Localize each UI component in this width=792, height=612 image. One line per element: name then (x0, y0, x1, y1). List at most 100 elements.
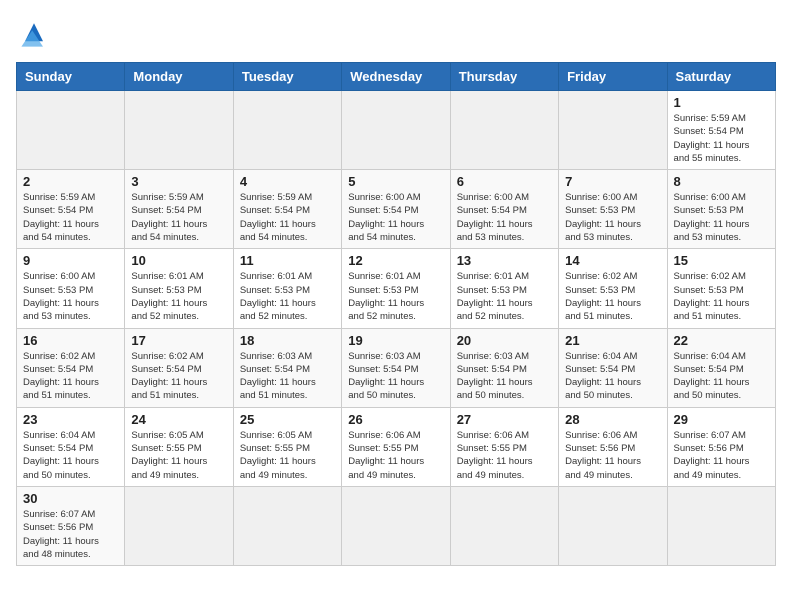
day-number: 18 (240, 333, 335, 348)
day-info: Sunrise: 6:04 AM Sunset: 5:54 PM Dayligh… (565, 350, 660, 403)
day-info: Sunrise: 6:00 AM Sunset: 5:54 PM Dayligh… (348, 191, 443, 244)
day-number: 20 (457, 333, 552, 348)
day-info: Sunrise: 6:05 AM Sunset: 5:55 PM Dayligh… (131, 429, 226, 482)
day-info: Sunrise: 6:02 AM Sunset: 5:54 PM Dayligh… (23, 350, 118, 403)
page-header (16, 16, 776, 52)
day-number: 24 (131, 412, 226, 427)
day-number: 16 (23, 333, 118, 348)
calendar-cell (450, 486, 558, 565)
day-info: Sunrise: 6:04 AM Sunset: 5:54 PM Dayligh… (23, 429, 118, 482)
calendar-cell (342, 91, 450, 170)
day-number: 25 (240, 412, 335, 427)
calendar-cell: 9Sunrise: 6:00 AM Sunset: 5:53 PM Daylig… (17, 249, 125, 328)
day-info: Sunrise: 6:00 AM Sunset: 5:53 PM Dayligh… (674, 191, 769, 244)
calendar-week-row: 2 Sunrise: 5:59 AM Sunset: 5:54 PM Daylig… (17, 170, 776, 249)
day-info: Sunrise: 6:03 AM Sunset: 5:54 PM Dayligh… (457, 350, 552, 403)
day-number: 17 (131, 333, 226, 348)
calendar-cell: 23 Sunrise: 6:04 AM Sunset: 5:54 PM Dayli… (17, 407, 125, 486)
calendar-cell: 15 Sunrise: 6:02 AM Sunset: 5:53 PM Dayli… (667, 249, 775, 328)
calendar-body: 1Sunrise: 5:59 AM Sunset: 5:54 PM Daylig… (17, 91, 776, 566)
day-number: 28 (565, 412, 660, 427)
calendar-cell: 14 Sunrise: 6:02 AM Sunset: 5:53 PM Dayli… (559, 249, 667, 328)
day-number: 19 (348, 333, 443, 348)
day-info: Sunrise: 6:00 AM Sunset: 5:53 PM Dayligh… (565, 191, 660, 244)
calendar-cell: 30Sunrise: 6:07 AM Sunset: 5:56 PM Dayli… (17, 486, 125, 565)
day-number: 2 (23, 174, 118, 189)
day-info: Sunrise: 6:01 AM Sunset: 5:53 PM Dayligh… (457, 270, 552, 323)
day-number: 12 (348, 253, 443, 268)
weekday-header-thursday: Thursday (450, 63, 558, 91)
day-info: Sunrise: 6:06 AM Sunset: 5:56 PM Dayligh… (565, 429, 660, 482)
day-info: Sunrise: 5:59 AM Sunset: 5:54 PM Dayligh… (240, 191, 335, 244)
day-info: Sunrise: 5:59 AM Sunset: 5:54 PM Dayligh… (131, 191, 226, 244)
calendar-cell: 28 Sunrise: 6:06 AM Sunset: 5:56 PM Dayli… (559, 407, 667, 486)
calendar-cell (667, 486, 775, 565)
day-number: 21 (565, 333, 660, 348)
day-info: Sunrise: 6:06 AM Sunset: 5:55 PM Dayligh… (457, 429, 552, 482)
day-number: 7 (565, 174, 660, 189)
calendar-week-row: 23 Sunrise: 6:04 AM Sunset: 5:54 PM Dayli… (17, 407, 776, 486)
calendar-cell: 21 Sunrise: 6:04 AM Sunset: 5:54 PM Dayli… (559, 328, 667, 407)
calendar-cell: 2 Sunrise: 5:59 AM Sunset: 5:54 PM Daylig… (17, 170, 125, 249)
day-info: Sunrise: 5:59 AM Sunset: 5:54 PM Dayligh… (674, 112, 769, 165)
calendar-cell (17, 91, 125, 170)
day-number: 9 (23, 253, 118, 268)
calendar-cell: 22Sunrise: 6:04 AM Sunset: 5:54 PM Dayli… (667, 328, 775, 407)
day-info: Sunrise: 6:07 AM Sunset: 5:56 PM Dayligh… (674, 429, 769, 482)
day-info: Sunrise: 5:59 AM Sunset: 5:54 PM Dayligh… (23, 191, 118, 244)
day-info: Sunrise: 6:01 AM Sunset: 5:53 PM Dayligh… (240, 270, 335, 323)
logo (16, 16, 58, 52)
day-number: 13 (457, 253, 552, 268)
calendar-cell (233, 486, 341, 565)
day-number: 11 (240, 253, 335, 268)
day-info: Sunrise: 6:02 AM Sunset: 5:53 PM Dayligh… (565, 270, 660, 323)
calendar-cell: 24 Sunrise: 6:05 AM Sunset: 5:55 PM Dayli… (125, 407, 233, 486)
day-number: 27 (457, 412, 552, 427)
calendar-cell (342, 486, 450, 565)
weekday-header-friday: Friday (559, 63, 667, 91)
day-number: 3 (131, 174, 226, 189)
day-number: 22 (674, 333, 769, 348)
calendar-cell: 26 Sunrise: 6:06 AM Sunset: 5:55 PM Dayli… (342, 407, 450, 486)
day-info: Sunrise: 6:03 AM Sunset: 5:54 PM Dayligh… (348, 350, 443, 403)
calendar-cell: 25 Sunrise: 6:05 AM Sunset: 5:55 PM Dayli… (233, 407, 341, 486)
day-info: Sunrise: 6:03 AM Sunset: 5:54 PM Dayligh… (240, 350, 335, 403)
day-info: Sunrise: 6:00 AM Sunset: 5:54 PM Dayligh… (457, 191, 552, 244)
day-info: Sunrise: 6:02 AM Sunset: 5:54 PM Dayligh… (131, 350, 226, 403)
day-number: 29 (674, 412, 769, 427)
day-number: 26 (348, 412, 443, 427)
calendar-cell (559, 486, 667, 565)
weekday-header-sunday: Sunday (17, 63, 125, 91)
day-number: 10 (131, 253, 226, 268)
logo-icon (16, 16, 52, 52)
weekday-header-wednesday: Wednesday (342, 63, 450, 91)
day-info: Sunrise: 6:02 AM Sunset: 5:53 PM Dayligh… (674, 270, 769, 323)
day-number: 14 (565, 253, 660, 268)
calendar-week-row: 30Sunrise: 6:07 AM Sunset: 5:56 PM Dayli… (17, 486, 776, 565)
day-number: 6 (457, 174, 552, 189)
calendar-week-row: 1Sunrise: 5:59 AM Sunset: 5:54 PM Daylig… (17, 91, 776, 170)
weekday-header-saturday: Saturday (667, 63, 775, 91)
calendar-cell: 27 Sunrise: 6:06 AM Sunset: 5:55 PM Dayli… (450, 407, 558, 486)
day-number: 15 (674, 253, 769, 268)
calendar-header-row: SundayMondayTuesdayWednesdayThursdayFrid… (17, 63, 776, 91)
day-info: Sunrise: 6:05 AM Sunset: 5:55 PM Dayligh… (240, 429, 335, 482)
calendar-cell: 11 Sunrise: 6:01 AM Sunset: 5:53 PM Dayli… (233, 249, 341, 328)
calendar-cell: 7 Sunrise: 6:00 AM Sunset: 5:53 PM Daylig… (559, 170, 667, 249)
day-number: 4 (240, 174, 335, 189)
calendar-cell (450, 91, 558, 170)
day-info: Sunrise: 6:06 AM Sunset: 5:55 PM Dayligh… (348, 429, 443, 482)
calendar-cell: 10Sunrise: 6:01 AM Sunset: 5:53 PM Dayli… (125, 249, 233, 328)
calendar-cell: 17 Sunrise: 6:02 AM Sunset: 5:54 PM Dayli… (125, 328, 233, 407)
calendar-cell: 1Sunrise: 5:59 AM Sunset: 5:54 PM Daylig… (667, 91, 775, 170)
calendar-cell (233, 91, 341, 170)
day-number: 5 (348, 174, 443, 189)
calendar-table: SundayMondayTuesdayWednesdayThursdayFrid… (16, 62, 776, 566)
calendar-cell: 16 Sunrise: 6:02 AM Sunset: 5:54 PM Dayli… (17, 328, 125, 407)
calendar-cell: 19 Sunrise: 6:03 AM Sunset: 5:54 PM Dayli… (342, 328, 450, 407)
calendar-cell: 3 Sunrise: 5:59 AM Sunset: 5:54 PM Daylig… (125, 170, 233, 249)
calendar-cell: 29 Sunrise: 6:07 AM Sunset: 5:56 PM Dayli… (667, 407, 775, 486)
day-number: 23 (23, 412, 118, 427)
calendar-cell: 8Sunrise: 6:00 AM Sunset: 5:53 PM Daylig… (667, 170, 775, 249)
calendar-cell: 13 Sunrise: 6:01 AM Sunset: 5:53 PM Dayli… (450, 249, 558, 328)
